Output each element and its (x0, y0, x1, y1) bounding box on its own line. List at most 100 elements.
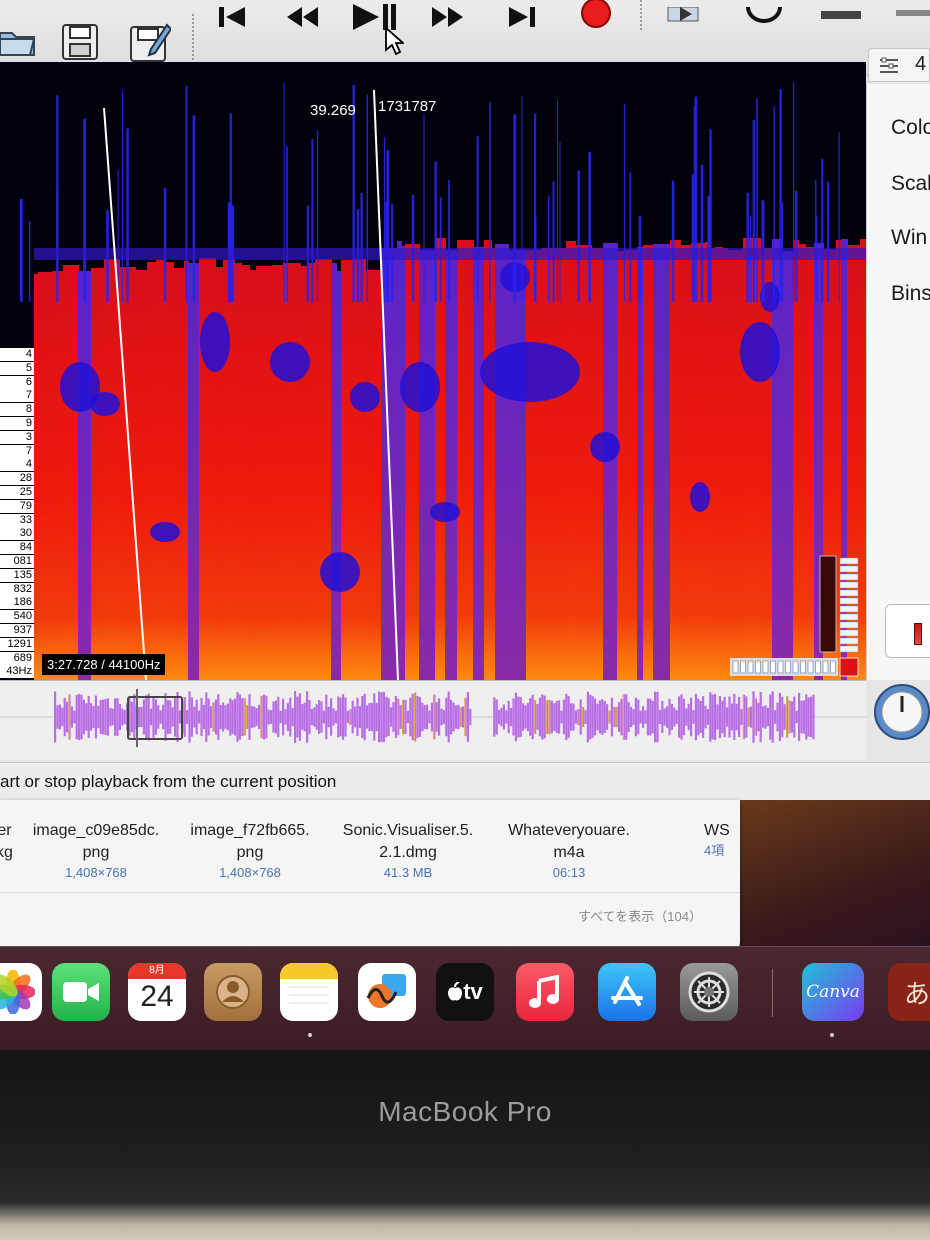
frequency-scale-label: 7 (0, 389, 34, 403)
toolbar-separator (640, 0, 644, 30)
file-extension: m4a (553, 844, 585, 861)
frequency-scale-label: 186 (0, 596, 34, 610)
dock-app-japanese[interactable]: あ (888, 963, 930, 1021)
frequency-scale-label: 3 (0, 430, 34, 444)
calendar-month: 8月 (128, 963, 186, 979)
frequency-scale-label: 937 (0, 624, 34, 637)
calendar-day: 24 (140, 980, 174, 1013)
sonic-visualiser-window: 4 Colo Scal Win Bins 4 5 6 7 8 9 3 7 4 2… (0, 0, 930, 800)
record-icon (581, 0, 611, 28)
gear-icon (688, 971, 730, 1013)
file-name: Sonic.Visualiser.5. (342, 822, 474, 839)
overflow-icon (896, 10, 930, 16)
frequency-scale-label: 79 (0, 499, 34, 513)
dock-photos[interactable] (0, 963, 42, 1021)
spectrogram-canvas[interactable] (0, 62, 866, 680)
file-item[interactable]: er kg (0, 820, 13, 864)
frequency-scale-label: 9 (0, 417, 34, 430)
frequency-scale-label: 5 (0, 361, 34, 375)
loop-button[interactable] (742, 0, 786, 34)
floppy-pen-icon (130, 23, 171, 62)
fast-forward-button[interactable] (426, 0, 470, 34)
frequency-scale-label: 84 (0, 541, 34, 555)
spectrogram-pane[interactable]: 4 5 6 7 8 9 3 7 4 28 25 79 33 30 84 081 135 832 186 540 937 1… (0, 62, 866, 680)
file-extension: 2.1.dmg (379, 844, 437, 861)
rewind-to-start-button[interactable] (210, 0, 254, 34)
file-item[interactable]: image_f72fb665. png 1,408×768 (176, 820, 324, 882)
dock-app-store[interactable] (598, 963, 656, 1021)
fast-forward-icon (432, 7, 463, 27)
app-glyph: あ (903, 978, 930, 1009)
solo-button[interactable] (816, 0, 866, 34)
duration-samplerate-label: 3:27.728 / 44100Hz (42, 654, 166, 675)
status-bar: art or stop playback from the current po… (0, 762, 930, 800)
scale-property-label: Scal (891, 172, 930, 195)
dock-notes[interactable] (280, 963, 338, 1021)
frequency-scale-label: 4 (0, 348, 34, 361)
dock-system-settings[interactable] (680, 963, 738, 1021)
save-button[interactable] (58, 18, 102, 66)
playback-speed-dial[interactable] (868, 684, 930, 746)
layer-list-icon (880, 57, 898, 73)
file-item[interactable]: Whateveryouare. m4a 06:13 (494, 820, 644, 882)
photos-icon (0, 970, 35, 1014)
folder-icon (0, 32, 36, 56)
layer-tab-number: 4 (915, 53, 927, 75)
bins-property-label: Bins (891, 282, 930, 305)
layer-visibility-toggle[interactable] (885, 604, 930, 658)
play-selection-button[interactable] (664, 0, 708, 34)
dock-canva[interactable]: Canva (802, 963, 864, 1021)
toolbar-separator (192, 14, 196, 64)
dock-apple-tv[interactable]: tv (436, 963, 494, 1021)
frequency-scale-label: 7 (0, 444, 34, 458)
show-all-link[interactable]: すべてを表示（104） (578, 906, 702, 925)
running-indicator (308, 1033, 312, 1037)
music-note-icon (529, 975, 559, 1008)
file-meta: 41.3 MB (383, 865, 433, 880)
contacts-icon (216, 975, 250, 1009)
level-indicator-icon (914, 623, 922, 645)
file-item[interactable]: Sonic.Visualiser.5. 2.1.dmg 41.3 MB (330, 820, 486, 882)
colour-property-label: Colo (891, 116, 930, 139)
solo-icon (821, 11, 861, 19)
notes-lines-icon (289, 986, 329, 1004)
save-as-button[interactable] (128, 18, 172, 66)
toolbar-overflow-button[interactable] (896, 0, 930, 34)
skip-back-icon (219, 7, 245, 27)
layer-tab[interactable]: 4 (868, 48, 930, 82)
appletv-label: tv (463, 979, 483, 1004)
zoom-scrollbar[interactable] (730, 658, 838, 678)
mouse-pointer-icon (385, 26, 404, 56)
notes-header (280, 963, 338, 979)
recent-downloads-popover: er kg image_c09e85dc. png 1,408×768 imag… (0, 800, 740, 954)
dock-contacts[interactable] (204, 963, 262, 1021)
skip-to-end-button[interactable] (500, 0, 544, 34)
frequency-scale-label: 689 (0, 651, 34, 665)
cursor-time-label: 39.269 (310, 102, 356, 119)
dock-calendar[interactable]: 8月 24 (128, 963, 186, 1021)
dock-music[interactable] (516, 963, 574, 1021)
open-folder-button[interactable] (0, 18, 40, 66)
file-extension: kg (0, 844, 13, 861)
waveform-canvas[interactable] (0, 681, 866, 760)
frequency-scale-label: 081 (0, 555, 34, 568)
dock-separator (772, 969, 773, 1017)
dock-facetime[interactable] (52, 963, 110, 1021)
status-message: art or stop playback from the current po… (0, 772, 337, 791)
device-brand: MacBook Pro (378, 1096, 552, 1127)
frequency-scale-label: 8 (0, 403, 34, 417)
layer-properties-panel: Colo Scal Win Bins (866, 84, 930, 680)
file-meta: 1,408×768 (219, 865, 281, 880)
record-button[interactable] (574, 0, 618, 34)
waveform-overview[interactable] (0, 680, 866, 760)
file-name: image_c09e85dc. (32, 822, 160, 839)
window-property-label: Win (891, 226, 928, 249)
floppy-disk-icon (62, 24, 98, 60)
file-item[interactable]: image_c09e85dc. png 1,408×768 (22, 820, 170, 882)
file-name: image_f72fb665. (190, 822, 310, 839)
rewind-button[interactable] (280, 0, 324, 34)
dock-freeform[interactable] (358, 963, 416, 1021)
file-name: er (0, 822, 12, 839)
file-item[interactable]: WS 4項 (704, 820, 740, 860)
freeform-icon (366, 974, 406, 1008)
